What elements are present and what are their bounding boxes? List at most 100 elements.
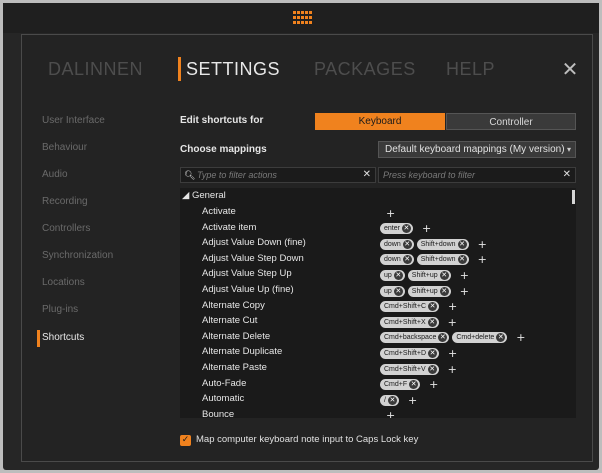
remove-key-icon[interactable]: ✕: [409, 380, 419, 390]
remove-key-icon[interactable]: ✕: [393, 286, 403, 296]
remove-key-icon[interactable]: ✕: [387, 395, 397, 405]
remove-key-icon[interactable]: ✕: [428, 302, 438, 312]
list-item[interactable]: Alternate Cut Cmd+Shift+X ✕ +: [180, 314, 570, 330]
add-shortcut-icon[interactable]: +: [386, 208, 395, 219]
list-item[interactable]: Adjust Value Step Down down ✕ Shift+down ✕ +: [180, 252, 570, 268]
key-chip-label: Cmd+Shift+D: [384, 349, 427, 357]
remove-key-icon[interactable]: ✕: [427, 364, 437, 374]
keyboard-tab[interactable]: Keyboard: [315, 113, 445, 130]
clear-keys-filter-icon[interactable]: ✕: [563, 168, 571, 182]
list-scrollbar[interactable]: [572, 190, 575, 204]
list-item[interactable]: Alternate Duplicate Cmd+Shift+D ✕ +: [180, 345, 570, 361]
shortcut-name: Bounce: [202, 408, 235, 418]
list-item[interactable]: Auto-Fade Cmd+F ✕ +: [180, 377, 570, 393]
add-shortcut-icon[interactable]: +: [448, 364, 457, 375]
remove-key-icon[interactable]: ✕: [402, 239, 412, 249]
sidebar-item-user-interface[interactable]: User Interface: [42, 115, 105, 126]
list-item[interactable]: Alternate Paste Cmd+Shift+V ✕ +: [180, 361, 570, 377]
shortcuts-list[interactable]: ◢ General Activate + Activate item enter ✕ + A…: [180, 188, 576, 418]
shortcuts-content: Edit shortcuts for Keyboard Controller C…: [160, 99, 580, 459]
add-shortcut-icon[interactable]: +: [478, 239, 487, 250]
list-item[interactable]: Adjust Value Step Up up ✕ Shift+up ✕ +: [180, 267, 570, 283]
key-chip[interactable]: / ✕: [380, 394, 399, 406]
add-shortcut-icon[interactable]: +: [429, 379, 438, 390]
list-item[interactable]: Alternate Copy Cmd+Shift+C ✕ +: [180, 299, 570, 315]
key-chip[interactable]: Shift+down ✕: [416, 254, 469, 266]
key-chip[interactable]: Shift+up ✕: [407, 285, 451, 297]
remove-key-icon[interactable]: ✕: [457, 255, 467, 265]
key-chip-label: Shift+down: [420, 256, 456, 264]
key-chip[interactable]: Cmd+Shift+V ✕: [380, 363, 439, 375]
shortcut-keys: Cmd+backspace ✕ Cmd+delete ✕ +: [380, 331, 526, 345]
caps-lock-checkbox[interactable]: ✓: [180, 435, 191, 446]
group-general-label: General: [191, 190, 226, 201]
filter-actions-input[interactable]: 🔍︎ Type to filter actions ✕: [180, 167, 376, 183]
add-shortcut-icon[interactable]: +: [422, 223, 431, 234]
top-nav: DALINNEN SETTINGS PACKAGES HELP ✕: [22, 35, 592, 100]
key-chip[interactable]: Cmd+Shift+C ✕: [380, 301, 440, 313]
remove-key-icon[interactable]: ✕: [393, 270, 403, 280]
key-chip[interactable]: Shift+up ✕: [407, 269, 451, 281]
sidebar-item-shortcuts[interactable]: Shortcuts: [42, 332, 84, 343]
add-shortcut-icon[interactable]: +: [460, 270, 469, 281]
key-chip[interactable]: down ✕: [380, 254, 414, 266]
add-shortcut-icon[interactable]: +: [386, 410, 395, 418]
key-chip-label: up: [384, 287, 392, 295]
remove-key-icon[interactable]: ✕: [439, 286, 449, 296]
controller-tab[interactable]: Controller: [446, 113, 576, 130]
remove-key-icon[interactable]: ✕: [402, 255, 412, 265]
key-chip[interactable]: Cmd+delete ✕: [452, 332, 508, 344]
close-icon[interactable]: ✕: [558, 57, 582, 81]
shortcut-name: Adjust Value Step Up: [202, 268, 292, 280]
sidebar-item-synchronization[interactable]: Synchronization: [42, 250, 113, 261]
group-general[interactable]: ◢ General: [182, 190, 226, 201]
list-item[interactable]: Bounce +: [180, 408, 570, 418]
remove-key-icon[interactable]: ✕: [401, 224, 411, 234]
sidebar-item-audio[interactable]: Audio: [42, 169, 68, 180]
nav-packages[interactable]: PACKAGES: [314, 59, 416, 80]
key-chip[interactable]: enter ✕: [380, 223, 413, 235]
add-shortcut-icon[interactable]: +: [448, 301, 457, 312]
key-chip[interactable]: Shift+down ✕: [416, 238, 469, 250]
remove-key-icon[interactable]: ✕: [439, 270, 449, 280]
key-chip-label: Cmd+Shift+V: [384, 365, 426, 373]
remove-key-icon[interactable]: ✕: [427, 317, 437, 327]
list-item[interactable]: Alternate Delete Cmd+backspace ✕ Cmd+delete…: [180, 330, 570, 346]
sidebar-item-locations[interactable]: Locations: [42, 277, 85, 288]
list-item[interactable]: Automatic / ✕ +: [180, 392, 570, 408]
key-chip-label: Shift+down: [420, 240, 456, 248]
add-shortcut-icon[interactable]: +: [408, 395, 417, 406]
key-chip[interactable]: Cmd+F ✕: [380, 379, 421, 391]
key-chip[interactable]: up ✕: [380, 269, 405, 281]
filter-keys-placeholder: Press keyboard to filter: [383, 170, 476, 180]
list-item[interactable]: Adjust Value Down (fine) down ✕ Shift+down ✕…: [180, 236, 570, 252]
list-item[interactable]: Activate item enter ✕ +: [180, 221, 570, 237]
key-chip[interactable]: Cmd+Shift+D ✕: [380, 347, 440, 359]
add-shortcut-icon[interactable]: +: [478, 254, 487, 265]
add-shortcut-icon[interactable]: +: [448, 317, 457, 328]
sidebar-item-behaviour[interactable]: Behaviour: [42, 142, 87, 153]
add-shortcut-icon[interactable]: +: [516, 332, 525, 343]
nav-dalinnen[interactable]: DALINNEN: [48, 59, 143, 80]
add-shortcut-icon[interactable]: +: [448, 348, 457, 359]
key-chip[interactable]: Cmd+Shift+X ✕: [380, 316, 439, 328]
sidebar-item-recording[interactable]: Recording: [42, 196, 88, 207]
key-chip[interactable]: up ✕: [380, 285, 405, 297]
remove-key-icon[interactable]: ✕: [438, 333, 448, 343]
key-chip[interactable]: Cmd+backspace ✕: [380, 332, 450, 344]
remove-key-icon[interactable]: ✕: [496, 333, 506, 343]
key-chip[interactable]: down ✕: [380, 238, 414, 250]
mappings-dropdown[interactable]: Default keyboard mappings (My version) ▾: [378, 141, 576, 158]
nav-help[interactable]: HELP: [446, 59, 495, 80]
sidebar-item-plug-ins[interactable]: Plug-ins: [42, 304, 78, 315]
title-bar: [3, 3, 599, 33]
list-item[interactable]: Activate +: [180, 205, 570, 221]
list-item[interactable]: Adjust Value Up (fine) up ✕ Shift+up ✕ +: [180, 283, 570, 299]
remove-key-icon[interactable]: ✕: [457, 239, 467, 249]
remove-key-icon[interactable]: ✕: [428, 348, 438, 358]
sidebar-item-controllers[interactable]: Controllers: [42, 223, 90, 234]
add-shortcut-icon[interactable]: +: [460, 286, 469, 297]
filter-keys-input[interactable]: Press keyboard to filter ✕: [378, 167, 576, 183]
clear-actions-filter-icon[interactable]: ✕: [363, 168, 371, 182]
nav-settings[interactable]: SETTINGS: [186, 59, 280, 80]
